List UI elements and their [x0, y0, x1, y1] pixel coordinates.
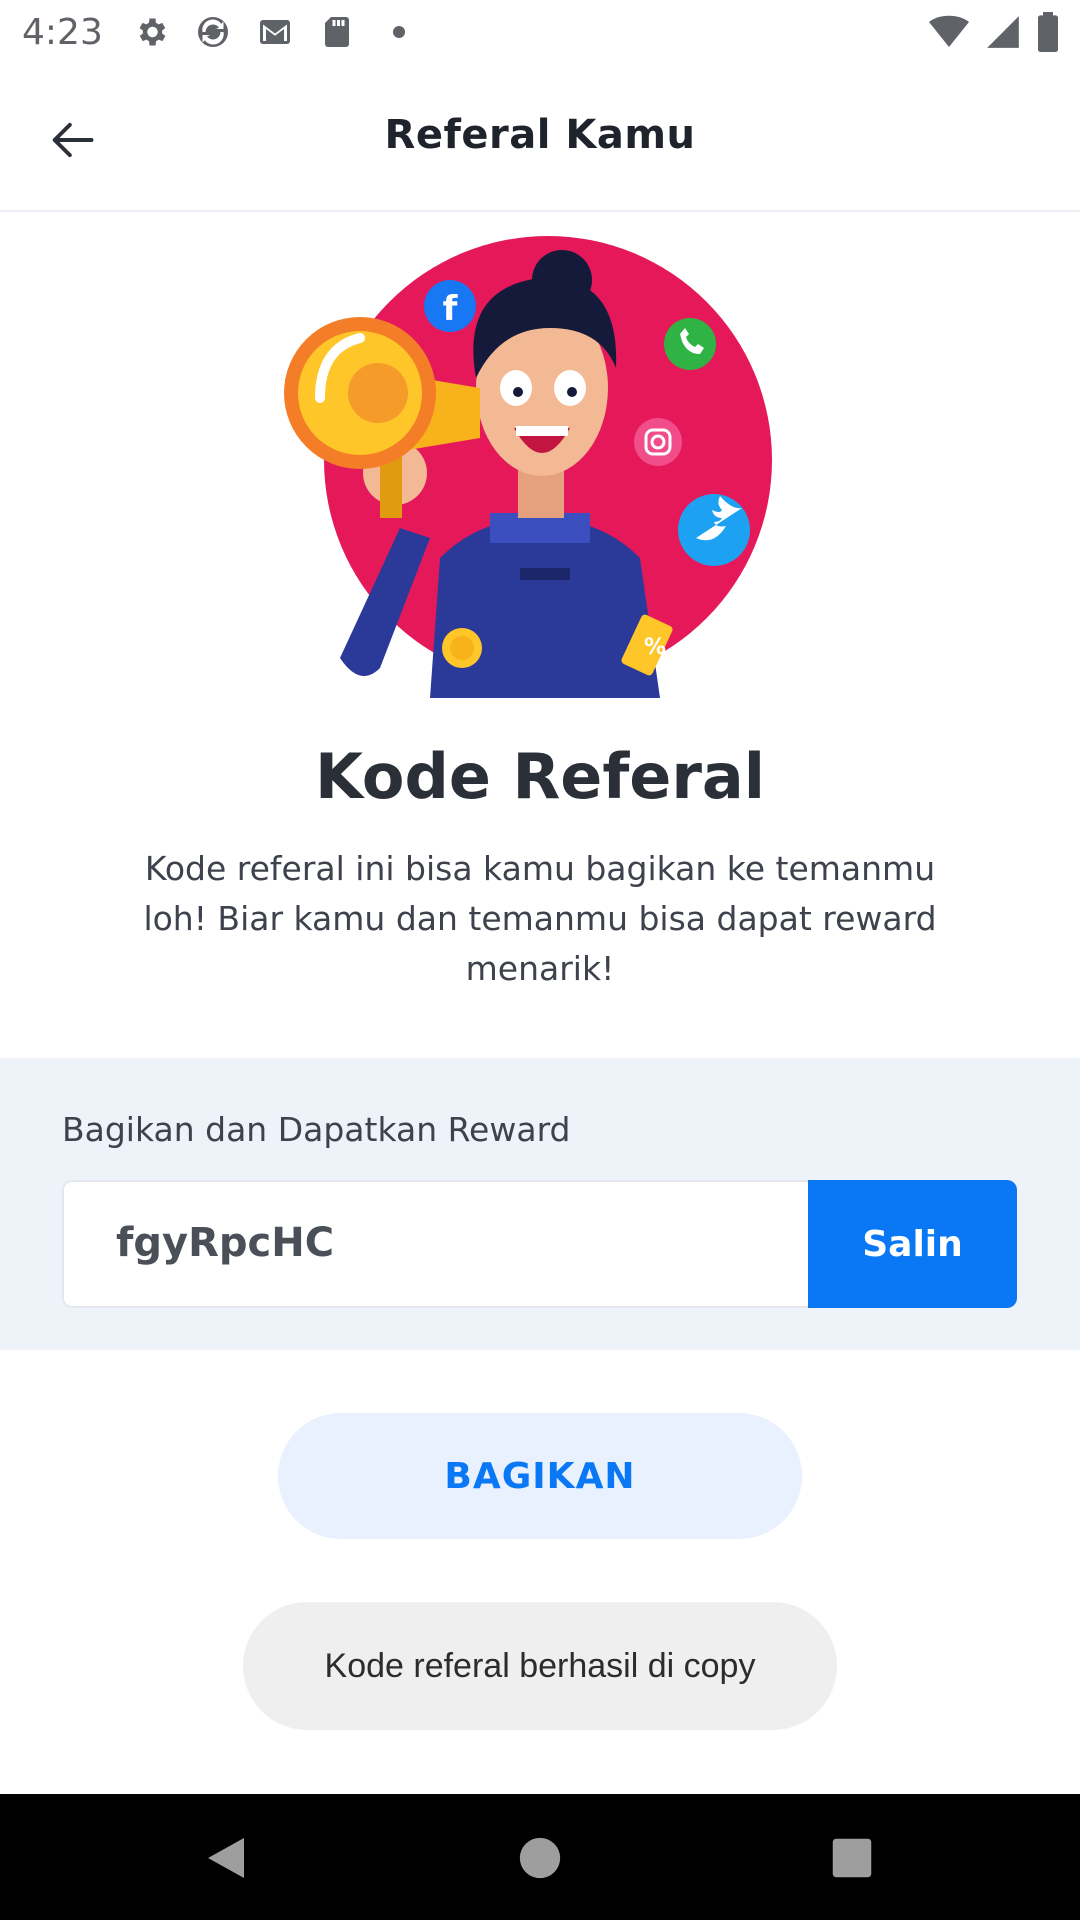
nav-back-button[interactable] — [198, 1830, 254, 1886]
dot-icon — [392, 26, 405, 38]
svg-text:f: f — [443, 289, 459, 329]
app-bar: Referal Kamu — [0, 64, 1080, 212]
referral-code-field[interactable]: fgyRpcHC — [62, 1180, 808, 1308]
recents-square-icon — [832, 1838, 872, 1878]
copy-button[interactable]: Salin — [808, 1180, 1017, 1308]
wifi-icon — [929, 15, 969, 47]
status-icons-left — [133, 14, 417, 50]
share-label: Bagikan dan Dapatkan Reward — [62, 1110, 571, 1149]
status-icons-right — [928, 12, 1060, 52]
sd-card-icon — [324, 17, 349, 47]
back-triangle-icon — [208, 1838, 244, 1878]
toast-message: Kode referal berhasil di copy — [243, 1602, 837, 1730]
page-title: Referal Kamu — [384, 112, 696, 158]
description: Kode referal ini bisa kamu bagikan ke te… — [143, 849, 937, 988]
settings-icon — [139, 18, 166, 46]
share-section: Bagikan dan Dapatkan Reward fgyRpcHC Sal… — [0, 1058, 1080, 1350]
referral-illustration: f % — [280, 228, 800, 698]
nav-bar — [0, 1794, 1080, 1920]
home-circle-icon — [519, 1837, 561, 1879]
share-button[interactable]: BAGIKAN — [278, 1413, 802, 1539]
status-bar: 4:23 — [0, 0, 1080, 64]
gmail-icon — [259, 20, 290, 44]
nav-home-button[interactable] — [512, 1830, 568, 1886]
sync-icon — [197, 17, 228, 47]
referral-code: fgyRpcHC — [116, 1220, 335, 1266]
status-time: 4:23 — [22, 11, 103, 53]
signal-icon — [987, 16, 1019, 48]
battery-icon — [1038, 12, 1058, 52]
headline: Kode Referal — [314, 740, 766, 813]
nav-recents-button[interactable] — [824, 1830, 880, 1886]
svg-text:%: % — [644, 635, 666, 660]
